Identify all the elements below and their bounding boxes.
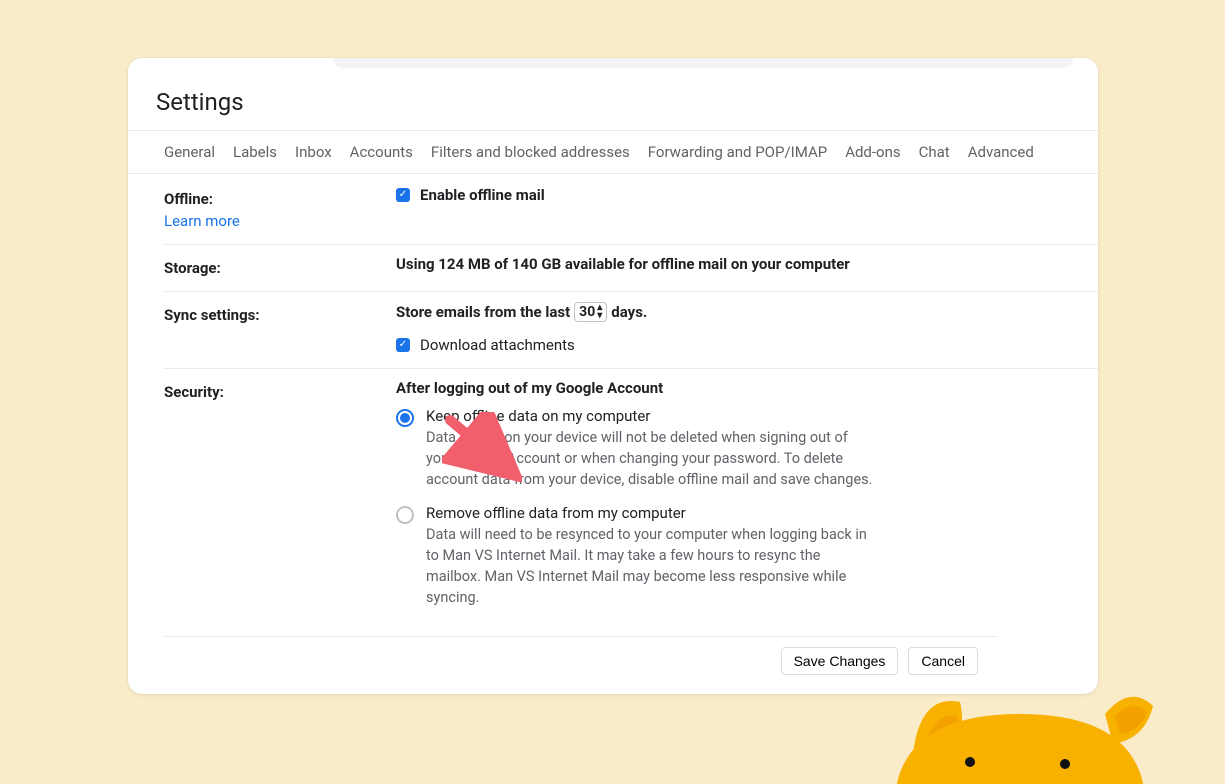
sync-store-line: Store emails from the last 30 ▴▾ days.	[396, 302, 1078, 322]
radio-keep-data[interactable]	[396, 409, 414, 427]
security-value-col: After logging out of my Google Account K…	[396, 379, 1098, 622]
download-attachments-label: Download attachments	[420, 336, 575, 354]
sync-days-select[interactable]: 30 ▴▾	[574, 302, 607, 322]
row-storage: Storage: Using 124 MB of 140 GB availabl…	[164, 245, 1098, 292]
sync-prefix: Store emails from the last	[396, 303, 570, 321]
tab-labels[interactable]: Labels	[233, 143, 277, 161]
radio-keep-group: Keep offline data on my computer Data st…	[396, 407, 1078, 490]
security-heading: After logging out of my Google Account	[396, 379, 1078, 397]
radio-remove-group: Remove offline data from my computer Dat…	[396, 504, 1078, 608]
tab-general[interactable]: General	[164, 143, 215, 161]
settings-panel: Settings General Labels Inbox Accounts F…	[128, 58, 1098, 694]
offline-label: Offline:	[164, 190, 213, 208]
radio-keep-title: Keep offline data on my computer	[426, 407, 876, 425]
offline-value-col: ✓ Enable offline mail	[396, 186, 1098, 230]
radio-remove-desc: Data will need to be resynced to your co…	[426, 524, 876, 608]
tab-forwarding[interactable]: Forwarding and POP/IMAP	[648, 143, 827, 161]
row-offline: Offline: Learn more ✓ Enable offline mai…	[164, 176, 1098, 245]
storage-label: Storage:	[164, 255, 396, 277]
cancel-button[interactable]: Cancel	[908, 647, 978, 675]
stepper-icon: ▴▾	[597, 304, 602, 320]
tab-accounts[interactable]: Accounts	[350, 143, 413, 161]
storage-text: Using 124 MB of 140 GB available for off…	[396, 255, 1098, 277]
radio-keep-desc: Data stored on your device will not be d…	[426, 427, 876, 490]
sync-value-col: Store emails from the last 30 ▴▾ days. ✓…	[396, 302, 1098, 354]
enable-offline-label: Enable offline mail	[420, 186, 545, 204]
tab-chat[interactable]: Chat	[919, 143, 950, 161]
button-row: Save Changes Cancel	[164, 636, 998, 675]
sync-suffix: days.	[611, 303, 647, 321]
radio-remove-data[interactable]	[396, 506, 414, 524]
tab-filters[interactable]: Filters and blocked addresses	[431, 143, 630, 161]
tab-addons[interactable]: Add-ons	[845, 143, 900, 161]
offline-label-col: Offline: Learn more	[164, 186, 396, 230]
radio-remove-body: Remove offline data from my computer Dat…	[426, 504, 876, 608]
row-sync: Sync settings: Store emails from the las…	[164, 292, 1098, 369]
enable-offline-checkbox[interactable]: ✓	[396, 188, 410, 202]
download-attachments-checkbox[interactable]: ✓	[396, 338, 410, 352]
save-button[interactable]: Save Changes	[781, 647, 899, 675]
row-security: Security: After logging out of my Google…	[164, 369, 1098, 636]
tab-inbox[interactable]: Inbox	[295, 143, 332, 161]
settings-content: Offline: Learn more ✓ Enable offline mai…	[164, 176, 1098, 694]
radio-keep-body: Keep offline data on my computer Data st…	[426, 407, 876, 490]
sync-days-value: 30	[579, 304, 595, 320]
learn-more-link[interactable]: Learn more	[164, 212, 396, 230]
download-attachments-line: ✓ Download attachments	[396, 336, 1078, 354]
settings-tabs: General Labels Inbox Accounts Filters an…	[128, 130, 1098, 174]
top-bar	[128, 58, 1098, 80]
search-bar-fragment	[333, 58, 1073, 68]
tab-advanced[interactable]: Advanced	[968, 143, 1034, 161]
radio-remove-title: Remove offline data from my computer	[426, 504, 876, 522]
enable-offline-line: ✓ Enable offline mail	[396, 186, 1078, 204]
sync-label: Sync settings:	[164, 302, 396, 354]
page-title: Settings	[156, 88, 244, 116]
security-label: Security:	[164, 379, 396, 622]
